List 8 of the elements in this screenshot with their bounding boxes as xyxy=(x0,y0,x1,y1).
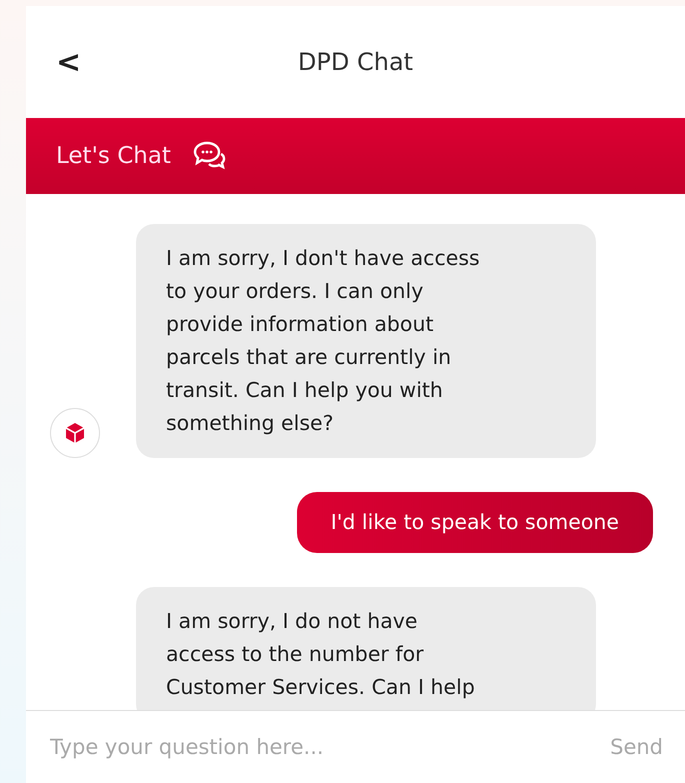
user-message: I'd like to speak to someone xyxy=(296,492,653,553)
window-title: DPD Chat xyxy=(298,48,414,76)
bot-message: I am sorry, I don't have access to your orders. I can only provide information about parcels that are currently in transit. Can I help you with something else? xyxy=(136,224,596,458)
chat-bubbles-icon xyxy=(192,140,227,172)
bot-message: I am sorry, I do not have access to the number for Customer Services. Can I help xyxy=(136,587,596,710)
message-input[interactable]: Type your question here... xyxy=(48,734,610,760)
banner-title: Let's Chat xyxy=(56,143,171,169)
back-button[interactable]: < xyxy=(56,44,82,80)
